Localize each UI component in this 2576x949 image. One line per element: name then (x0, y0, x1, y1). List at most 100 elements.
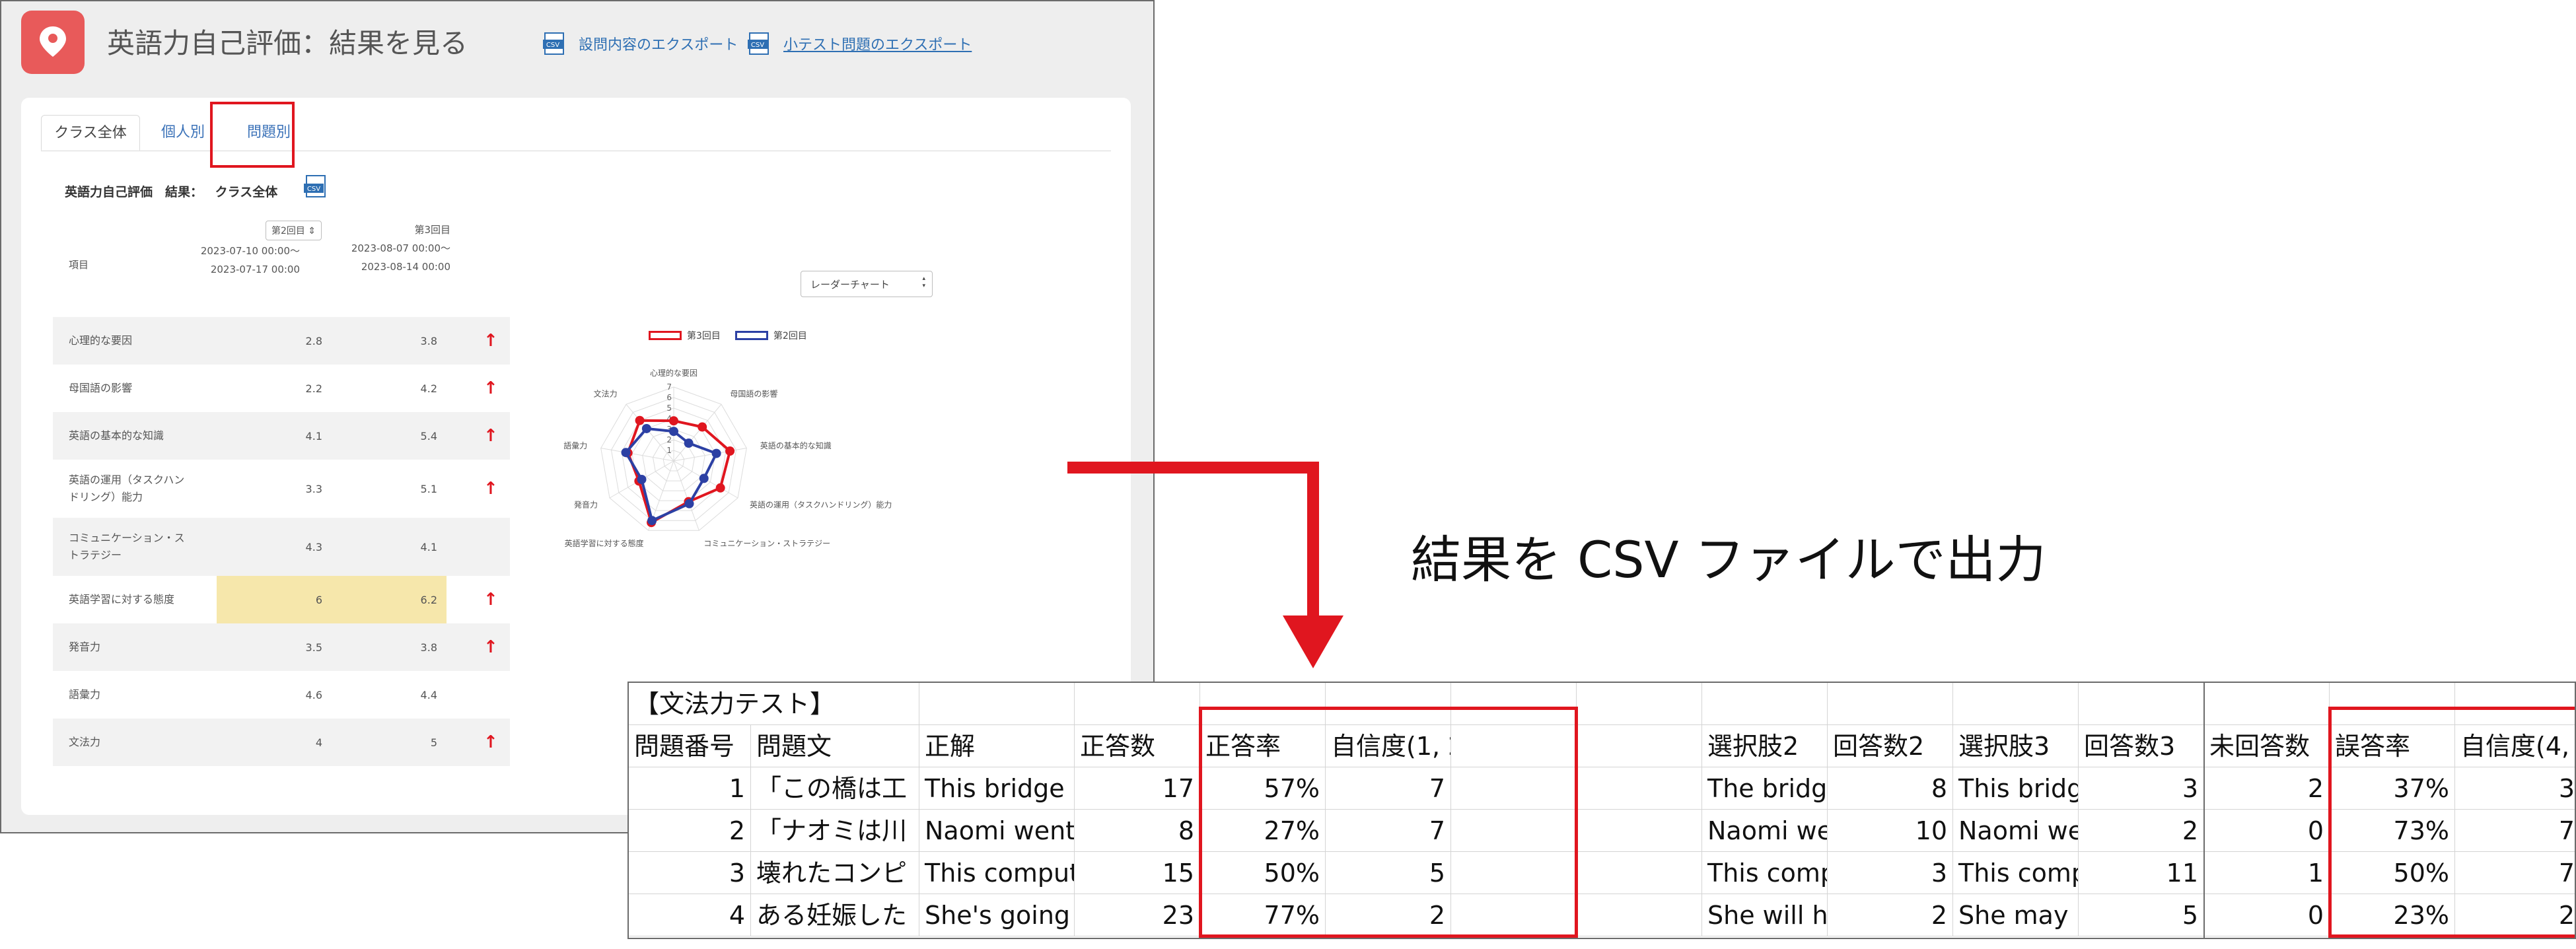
export-questions-link[interactable]: CSV 設問内容のエクスポート (543, 32, 738, 55)
sheet-cell[interactable]: This comp (1953, 852, 2079, 894)
legend-swatch-round3 (649, 331, 682, 340)
radar-axis-label: コミュニケーション・ストラテジー (703, 539, 830, 548)
sheet-cell[interactable] (2079, 683, 2204, 725)
round2-end: 2023-07-17 00:00 (210, 264, 300, 275)
sheet-cell[interactable]: 10 (1828, 810, 1953, 852)
radar-data-point (698, 422, 707, 432)
sheet-cell[interactable]: 8 (1075, 810, 1200, 852)
sheet-header-cell[interactable]: 回答数2 (1828, 725, 1953, 767)
sheet-cell[interactable]: She will h (1702, 894, 1828, 936)
radar-axis-label: 英語学習に対する態度 (565, 538, 644, 548)
table-row: コミュニケーション・ストラテジー 4.3 4.1 (53, 518, 510, 576)
tab-highlight-box (210, 102, 295, 168)
sheet-cell[interactable] (1953, 683, 2079, 725)
table-row: 語彙力 4.6 4.4 (53, 671, 510, 719)
sheet-cell[interactable]: 「この橋は工 (751, 767, 919, 810)
sheet-cell[interactable]: ある妊娠した (751, 894, 919, 936)
sheet-cell[interactable]: The bridg (1702, 767, 1828, 810)
sheet-cell[interactable]: This bridge (919, 767, 1075, 810)
sheet-cell[interactable]: 1 (629, 767, 751, 810)
round3-end: 2023-08-14 00:00 (361, 261, 450, 273)
sheet-cell[interactable]: 1 (2204, 852, 2330, 894)
location-pin-icon (40, 26, 66, 57)
sheet-cell[interactable]: 4 (629, 894, 751, 936)
sheet-cell[interactable]: 2 (629, 810, 751, 852)
sheet-cell[interactable] (2204, 683, 2330, 725)
sheet-cell[interactable] (1702, 683, 1828, 725)
radar-tick-label: 1 (666, 446, 672, 455)
row-label: 英語の運用（タスクハンドリング）能力 (69, 474, 185, 503)
highlight-box (2328, 707, 2575, 938)
sheet-cell[interactable]: 2 (2204, 767, 2330, 810)
result-scope: クラス全体 (215, 185, 278, 199)
sheet-cell[interactable]: This bridg (1953, 767, 2079, 810)
up-arrow-icon: ↑ (483, 637, 498, 657)
sheet-cell[interactable] (1577, 894, 1702, 936)
radar-data-point (699, 474, 709, 483)
sheet-cell[interactable] (1828, 683, 1953, 725)
sheet-cell[interactable]: Naomi we (1702, 810, 1828, 852)
round2-start: 2023-07-10 00:00〜 (200, 245, 300, 257)
sheet-cell[interactable] (1577, 683, 1702, 725)
sheet-header-cell[interactable]: 正解 (919, 725, 1075, 767)
radar-data-point (635, 415, 645, 425)
radar-tick-label: 2 (666, 435, 672, 444)
sheet-cell[interactable]: She's going (919, 894, 1075, 936)
round3-value: 5.4 (420, 429, 437, 442)
sheet-cell[interactable]: This comput (919, 852, 1075, 894)
sheet-header-cell[interactable]: 未回答数 (2204, 725, 2330, 767)
sheet-cell[interactable]: 5 (2079, 894, 2204, 936)
sheet-header-cell[interactable]: 問題番号 (629, 725, 751, 767)
sheet-cell[interactable]: Naomi went (919, 810, 1075, 852)
round2-period: 2023-07-10 00:00〜 2023-07-17 00:00 (155, 242, 300, 279)
radar-data-point (669, 427, 678, 437)
round2-value: 4.3 (305, 540, 322, 553)
sheet-cell[interactable] (1075, 683, 1200, 725)
sheet-header-cell[interactable] (1577, 725, 1702, 767)
round3-value: 4.2 (420, 382, 437, 395)
sheet-divider (2203, 683, 2205, 938)
radar-axis-label: 英語の運用（タスクハンドリング）能力 (750, 499, 892, 509)
sheet-header-cell[interactable]: 問題文 (751, 725, 919, 767)
sheet-cell[interactable]: 2 (2079, 810, 2204, 852)
sheet-cell[interactable]: She may l (1953, 894, 2079, 936)
svg-text:CSV: CSV (751, 42, 764, 49)
sheet-cell[interactable]: 8 (1828, 767, 1953, 810)
sheet-header-cell[interactable]: 選択肢2 (1702, 725, 1828, 767)
sheet-cell[interactable]: 15 (1075, 852, 1200, 894)
sheet-header-cell[interactable]: 回答数3 (2079, 725, 2204, 767)
sheet-cell[interactable]: 2 (1828, 894, 1953, 936)
chart-type-select[interactable]: レーダーチャート (801, 271, 933, 297)
sheet-cell[interactable] (1577, 810, 1702, 852)
table-row: 文法力 4 5 ↑ (53, 719, 510, 766)
sheet-cell[interactable] (1577, 767, 1702, 810)
sheet-cell[interactable]: Naomi we (1953, 810, 2079, 852)
sheet-cell[interactable]: 「ナオミは川 (751, 810, 919, 852)
sheet-cell[interactable]: 3 (2079, 767, 2204, 810)
sheet-cell[interactable]: 3 (629, 852, 751, 894)
sheet-header-cell[interactable]: 選択肢3 (1953, 725, 2079, 767)
sheet-cell[interactable]: 17 (1075, 767, 1200, 810)
radar-axis-label: 文法力 (594, 388, 618, 398)
sheet-cell[interactable]: 11 (2079, 852, 2204, 894)
round2-value: 2.2 (305, 382, 322, 395)
sheet-cell[interactable]: This comp (1702, 852, 1828, 894)
tab-individual[interactable]: 個人別 (147, 115, 219, 151)
export-quiz-link[interactable]: CSV 小テスト問題のエクスポート (748, 32, 972, 55)
radar-tick-label: 6 (666, 393, 672, 402)
radar-tick-label: 5 (666, 404, 672, 413)
sheet-cell[interactable] (751, 683, 919, 725)
sheet-cell[interactable] (919, 683, 1075, 725)
up-arrow-icon: ↑ (483, 426, 498, 446)
sheet-header-cell[interactable]: 正答数 (1075, 725, 1200, 767)
sheet-cell[interactable]: 0 (2204, 810, 2330, 852)
sheet-cell[interactable]: 0 (2204, 894, 2330, 936)
csv-download-icon[interactable]: CSV (304, 174, 328, 199)
table-row: 英語の基本的な知識 4.1 5.4 ↑ (53, 412, 510, 460)
tab-class-overall[interactable]: クラス全体 (41, 115, 140, 151)
sheet-cell[interactable]: 23 (1075, 894, 1200, 936)
sheet-cell[interactable] (1577, 852, 1702, 894)
sheet-cell[interactable]: 3 (1828, 852, 1953, 894)
sheet-cell[interactable]: 壊れたコンピ (751, 852, 919, 894)
row-label: 母国語の影響 (69, 382, 133, 394)
